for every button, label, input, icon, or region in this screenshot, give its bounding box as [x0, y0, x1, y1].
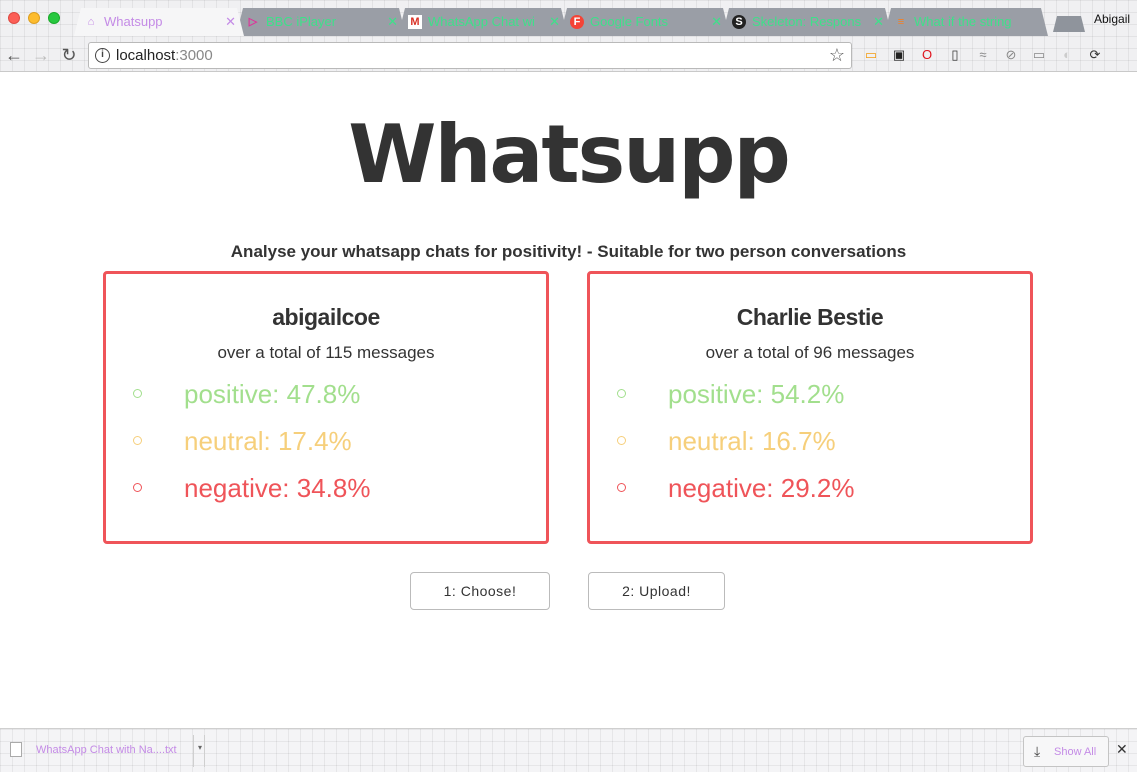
tab-whatsupp[interactable]: ⌂ Whatsupp ✕ — [74, 8, 244, 36]
address-url[interactable]: localhost:3000 — [116, 47, 213, 64]
chevron-down-icon[interactable]: ▾ — [193, 735, 206, 767]
message-total: over a total of 115 messages — [217, 343, 435, 362]
person-name: Charlie Bestie — [736, 304, 884, 330]
tab-skeleton[interactable]: S Skeleton: Respons ✕ — [722, 8, 892, 36]
choose-file-button[interactable]: 1: Choose! — [410, 572, 550, 610]
cast-icon[interactable]: ▭ — [862, 46, 880, 64]
show-all-label: Show All — [1054, 746, 1097, 758]
tab-title: Google Fonts — [590, 14, 669, 29]
tab-title: WhatsApp Chat wi — [428, 14, 535, 29]
minimize-window-button[interactable] — [28, 12, 40, 24]
gmail-icon: M — [408, 15, 422, 29]
download-file-name[interactable]: WhatsApp Chat with Na....txt — [36, 744, 177, 756]
person-name: abigailcoe — [272, 304, 380, 330]
tab-title: Whatsupp — [104, 14, 163, 29]
file-icon — [10, 742, 22, 757]
new-tab-button[interactable] — [1053, 16, 1085, 32]
tampermonkey-icon[interactable]: ▣ — [890, 46, 908, 64]
tab-stackoverflow[interactable]: ≡ What if the string — [884, 8, 1048, 36]
bullet-icon — [133, 436, 142, 445]
bullet-icon — [617, 483, 626, 492]
bullet-icon — [133, 483, 142, 492]
message-total: over a total of 96 messages — [705, 343, 915, 362]
forward-icon[interactable]: → — [30, 44, 52, 66]
close-icon[interactable]: ✕ — [873, 8, 884, 36]
google-fonts-icon: F — [570, 15, 584, 29]
tab-whatsapp-chat[interactable]: M WhatsApp Chat wi ✕ — [398, 8, 568, 36]
positive-value: positive: 47.8% — [184, 379, 361, 409]
download-item[interactable]: WhatsApp Chat with Na....txt ▾ — [3, 735, 205, 767]
bullet-icon — [617, 436, 626, 445]
app-logo: Whatsupp — [348, 108, 791, 201]
negative-stat: negative: 29.2% — [590, 473, 1030, 503]
download-shelf: WhatsApp Chat with Na....txt ▾ ⤓ Show Al… — [0, 728, 1137, 772]
tab-title: BBC iPlayer — [266, 14, 337, 29]
person-card-2: Charlie Bestie over a total of 96 messag… — [587, 271, 1033, 544]
neutral-value: neutral: 16.7% — [668, 426, 836, 456]
positive-stat: positive: 54.2% — [590, 379, 1030, 409]
close-icon[interactable]: ✕ — [1116, 741, 1128, 758]
mobile-icon[interactable]: ▯ — [946, 46, 964, 64]
positive-stat: positive: 47.8% — [106, 379, 546, 409]
upload-button[interactable]: 2: Upload! — [588, 572, 725, 610]
close-icon[interactable]: ✕ — [225, 8, 236, 36]
profile-button[interactable]: Abigail — [1094, 12, 1130, 26]
opera-icon[interactable]: O — [918, 46, 936, 64]
fullscreen-window-button[interactable] — [48, 12, 60, 24]
stackoverflow-icon: ≡ — [897, 16, 905, 28]
screen-icon[interactable]: ▭ — [1030, 46, 1048, 64]
neutral-stat: neutral: 16.7% — [590, 426, 1030, 456]
neutral-value: neutral: 17.4% — [184, 426, 352, 456]
address-bar[interactable]: i localhost:3000 ☆ — [88, 42, 852, 69]
close-icon[interactable]: ✕ — [549, 8, 560, 36]
negative-value: negative: 34.8% — [184, 473, 371, 503]
show-all-downloads-button[interactable]: ⤓ Show All — [1023, 736, 1109, 767]
browser-chrome: ⌂ Whatsupp ✕ ▷ BBC iPlayer ✕ M WhatsApp … — [0, 0, 1137, 72]
tagline: Analyse your whatsapp chats for positivi… — [230, 242, 907, 261]
negative-value: negative: 29.2% — [668, 473, 855, 503]
bullet-icon — [617, 389, 626, 398]
close-icon[interactable]: ✕ — [711, 8, 722, 36]
tab-google-fonts[interactable]: F Google Fonts ✕ — [560, 8, 730, 36]
block-icon[interactable]: ⊘ — [1002, 46, 1020, 64]
bullet-icon — [133, 389, 142, 398]
tab-title: What if the string — [914, 14, 1012, 29]
reload-icon[interactable]: ↻ — [58, 44, 80, 66]
github-icon: ⌂ — [87, 16, 95, 28]
negative-stat: negative: 34.8% — [106, 473, 546, 503]
download-icon: ⤓ — [1034, 743, 1041, 759]
positive-value: positive: 54.2% — [668, 379, 845, 409]
neutral-stat: neutral: 17.4% — [106, 426, 546, 456]
person-card-1: abigailcoe over a total of 115 messages … — [103, 271, 549, 544]
tab-title: Skeleton: Respons — [752, 14, 862, 29]
bookmark-star-icon[interactable]: ☆ — [829, 45, 845, 66]
close-icon[interactable]: ✕ — [387, 8, 398, 36]
play-icon: ▷ — [248, 16, 258, 28]
sync-icon[interactable]: ⟳ — [1086, 46, 1104, 64]
info-icon[interactable]: i — [95, 48, 110, 63]
tab-bbc-iplayer[interactable]: ▷ BBC iPlayer ✕ — [236, 8, 406, 36]
back-icon[interactable]: ← — [3, 44, 25, 66]
close-window-button[interactable] — [8, 12, 20, 24]
circle-icon[interactable]: ◐ — [1058, 46, 1076, 64]
wave-icon[interactable]: ≈ — [974, 46, 992, 64]
skeleton-icon: S — [732, 15, 746, 29]
